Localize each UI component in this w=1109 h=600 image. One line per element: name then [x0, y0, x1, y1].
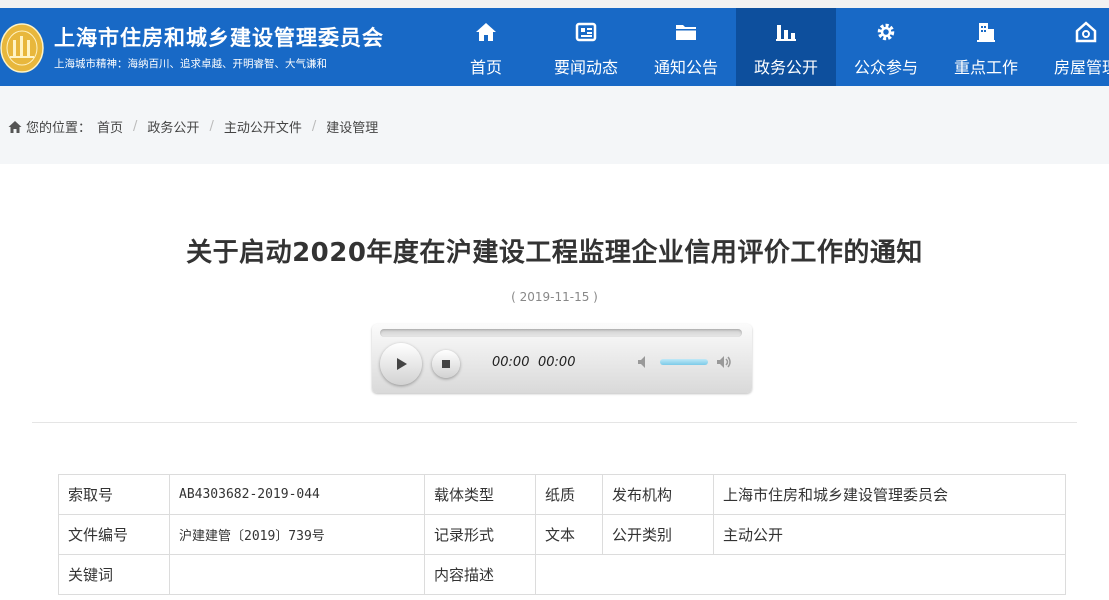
breadcrumb-item-active-disclosure[interactable]: 主动公开文件 — [224, 117, 302, 136]
volume-mute-icon[interactable] — [636, 354, 652, 370]
breadcrumb: 您的位置： 首页 / 政务公开 / 主动公开文件 / 建设管理 — [8, 117, 378, 136]
nav-label: 政务公开 — [753, 58, 818, 77]
nav-item-notices[interactable]: 通知公告 — [636, 8, 736, 86]
gear-icon — [874, 20, 898, 44]
nav-item-home[interactable]: 首页 — [436, 8, 536, 86]
audio-progress-bar[interactable] — [380, 329, 742, 337]
home-icon — [8, 120, 22, 133]
meta-label-description: 内容描述 — [424, 554, 536, 595]
browser-bookmarks-bar — [0, 0, 1109, 8]
news-icon — [574, 20, 598, 44]
article-title: 关于启动2020年度在沪建设工程监理企业信用评价工作的通知 — [186, 238, 923, 268]
breadcrumb-separator: / — [209, 119, 214, 134]
nav-label: 公众参与 — [853, 58, 918, 77]
chart-icon — [774, 20, 798, 44]
breadcrumb-separator: / — [311, 119, 317, 134]
meta-label-publisher: 发布机构 — [602, 474, 714, 515]
article-date: ( 2019-11-15 ) — [511, 290, 598, 304]
content-divider — [32, 422, 1077, 423]
volume-slider[interactable] — [660, 359, 708, 365]
breadcrumb-item-construction-mgmt[interactable]: 建设管理 — [326, 117, 378, 136]
stop-icon — [442, 360, 450, 368]
nav-item-key-work[interactable]: 重点工作 — [936, 8, 1036, 86]
meta-value-index: AB4303682-2019-044 — [169, 474, 425, 515]
meta-label-disclosure-type: 公开类别 — [602, 514, 714, 555]
nav-item-gov-affairs[interactable]: 政务公开 — [736, 8, 836, 86]
audio-player: 00:00 00:00 — [372, 324, 752, 393]
meta-value-disclosure-type: 主动公开 — [713, 514, 1066, 555]
document-metadata-table: 索取号 AB4303682-2019-044 载体类型 纸质 发布机构 上海市住… — [58, 474, 1066, 595]
site-title: 上海市住房和城乡建设管理委员会 — [54, 26, 384, 50]
meta-label-record-format: 记录形式 — [424, 514, 536, 555]
breadcrumb-separator: / — [133, 119, 138, 134]
nav-label: 通知公告 — [653, 58, 718, 77]
nav-label: 重点工作 — [953, 58, 1018, 77]
breadcrumb-prefix: 您的位置： — [26, 121, 92, 136]
building-icon — [974, 20, 998, 44]
meta-label-index: 索取号 — [58, 474, 170, 515]
nav-item-public-participation[interactable]: 公众参与 — [836, 8, 936, 86]
site-header: 上海市住房和城乡建设管理委员会 上海城市精神：海纳百川、追求卓越、开明睿智、大气… — [0, 8, 1109, 86]
meta-label-keywords: 关键词 — [58, 554, 170, 595]
meta-label-doc-number: 文件编号 — [58, 514, 170, 555]
nav-item-news[interactable]: 要闻动态 — [536, 8, 636, 86]
breadcrumb-item-home[interactable]: 首页 — [97, 117, 123, 136]
folder-icon — [674, 20, 698, 44]
main-nav: 首页 要闻动态 通知公告 政务公开 公众参与 重点工作 房屋管 — [436, 8, 1109, 86]
meta-value-publisher: 上海市住房和城乡建设管理委员会 — [713, 474, 1066, 515]
site-slogan: 上海城市精神：海纳百川、追求卓越、开明睿智、大气谦和 — [54, 58, 327, 70]
duration-time: 00:00 — [538, 355, 576, 370]
current-time: 00:00 — [492, 355, 530, 370]
site-logo — [0, 23, 44, 73]
breadcrumb-bar: 您的位置： 首页 / 政务公开 / 主动公开文件 / 建设管理 — [0, 86, 1109, 164]
meta-value-description — [535, 554, 1066, 595]
nav-item-housing[interactable]: 房屋管理 — [1036, 8, 1109, 86]
home-icon — [474, 20, 498, 44]
stop-button[interactable] — [432, 350, 460, 378]
meta-value-keywords — [169, 554, 425, 595]
play-icon — [397, 358, 407, 370]
nav-label: 首页 — [469, 58, 502, 77]
meta-label-carrier: 载体类型 — [424, 474, 536, 515]
meta-value-record-format: 文本 — [535, 514, 603, 555]
breadcrumb-item-gov-affairs[interactable]: 政务公开 — [147, 117, 199, 136]
house-icon — [1074, 20, 1098, 44]
table-row: 关键词 内容描述 — [58, 554, 1066, 595]
nav-label: 要闻动态 — [553, 58, 618, 77]
volume-max-icon[interactable] — [716, 354, 732, 370]
play-button[interactable] — [380, 343, 422, 385]
table-row: 文件编号 沪建建管〔2019〕739号 记录形式 文本 公开类别 主动公开 — [58, 514, 1066, 555]
meta-value-carrier: 纸质 — [535, 474, 603, 515]
nav-label: 房屋管理 — [1053, 58, 1109, 77]
table-row: 索取号 AB4303682-2019-044 载体类型 纸质 发布机构 上海市住… — [58, 474, 1066, 515]
meta-value-doc-number: 沪建建管〔2019〕739号 — [169, 514, 425, 555]
